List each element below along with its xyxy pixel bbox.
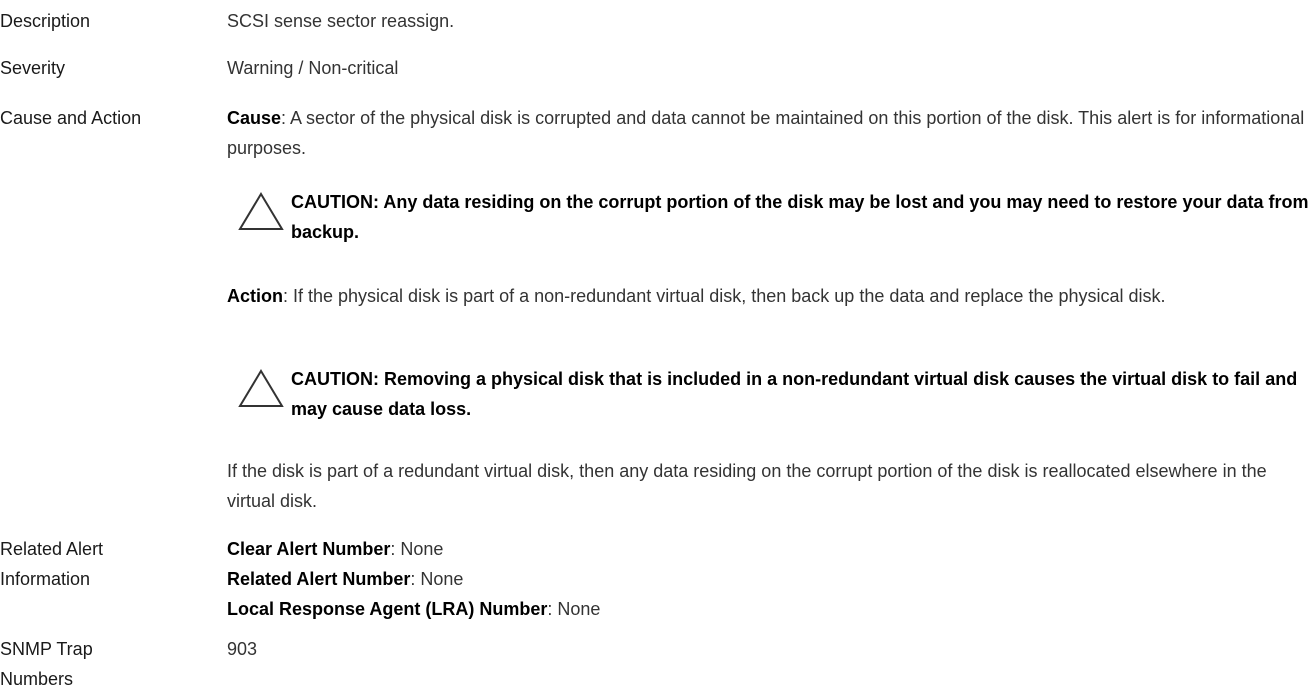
snmp-label-line1: SNMP Trap [0, 639, 93, 659]
cause-action-label: Cause and Action [0, 108, 142, 128]
snmp-label: SNMP Trap Numbers [0, 634, 200, 694]
warning-triangle-icon [238, 192, 284, 230]
caution-note-1: CAUTION: Any data residing on the corrup… [227, 187, 1312, 251]
redundant-paragraph: If the disk is part of a redundant virtu… [227, 461, 1267, 511]
action-lead: Action [227, 286, 283, 306]
cause-paragraph: Cause: A sector of the physical disk is … [227, 103, 1312, 163]
related-alert-label-line1: Related Alert [0, 539, 104, 559]
severity-value: Warning / Non-critical [227, 58, 399, 78]
warning-triangle-icon [238, 369, 284, 407]
action-text: : If the physical disk is part of a non-… [283, 286, 1166, 306]
severity-label: Severity [0, 58, 66, 78]
related-alert-value: : None [410, 569, 464, 589]
related-alert-values: Clear Alert Number: None Related Alert N… [227, 534, 1312, 624]
lra-lead: Local Response Agent (LRA) Number [227, 599, 548, 619]
cause-lead: Cause [227, 108, 282, 128]
caution-note-2: CAUTION: Removing a physical disk that i… [227, 364, 1312, 428]
related-alert-label: Related Alert Information [0, 534, 200, 594]
snmp-label-line2: Numbers [0, 669, 74, 689]
related-alert-label-line2: Information [0, 569, 91, 589]
description-label: Description [0, 11, 91, 31]
snmp-value: 903 [227, 639, 258, 659]
related-alert-lead: Related Alert Number [227, 569, 411, 589]
description-value: SCSI sense sector reassign. [227, 11, 455, 31]
caution-text-2: CAUTION: Removing a physical disk that i… [291, 369, 1298, 419]
caution-text-1: CAUTION: Any data residing on the corrup… [291, 192, 1309, 242]
lra-value: : None [547, 599, 601, 619]
cause-text: : A sector of the physical disk is corru… [227, 108, 1305, 158]
action-paragraph: Action: If the physical disk is part of … [227, 281, 1312, 311]
clear-alert-lead: Clear Alert Number [227, 539, 391, 559]
clear-alert-value: : None [390, 539, 444, 559]
